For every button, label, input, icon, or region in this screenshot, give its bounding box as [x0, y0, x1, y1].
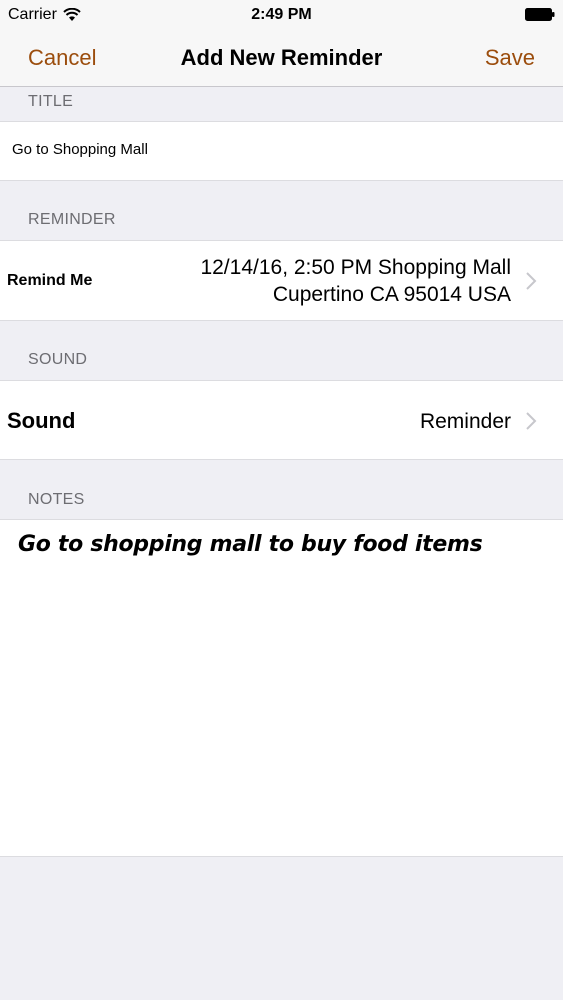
page-title: Add New Reminder: [180, 45, 383, 70]
status-time: 2:49 PM: [251, 6, 312, 23]
sound-section-header: SOUND: [28, 351, 88, 368]
notes-section-header: NOTES: [28, 491, 85, 508]
title-input[interactable]: [10, 140, 514, 159]
sound-cell[interactable]: Sound Reminder: [0, 380, 563, 460]
title-section-header: TITLE: [28, 93, 74, 110]
title-cell[interactable]: [0, 121, 563, 181]
battery-icon: [525, 8, 555, 21]
sound-value: Reminder: [419, 410, 511, 433]
remind-me-label: Remind Me: [7, 272, 93, 289]
remind-me-value-line2: Cupertino CA 95014 USA: [272, 283, 511, 306]
remind-me-value-line1: 12/14/16, 2:50 PM Shopping Mall: [200, 256, 511, 279]
chevron-right-icon: [526, 412, 537, 430]
status-bar: Carrier 2:49 PM: [0, 0, 563, 30]
save-button[interactable]: Save: [485, 45, 535, 71]
notes-text: Go to shopping mall to buy food items: [18, 532, 483, 557]
chevron-right-icon: [526, 272, 537, 290]
notes-textarea[interactable]: Go to shopping mall to buy food items: [0, 519, 563, 857]
reminder-section-header: REMINDER: [28, 211, 116, 228]
remind-me-value: 12/14/16, 2:50 PM Shopping Mall Cupertin…: [200, 254, 511, 308]
navigation-bar: Cancel Add New Reminder Save: [0, 30, 563, 87]
remind-me-cell[interactable]: Remind Me 12/14/16, 2:50 PM Shopping Mal…: [0, 240, 563, 321]
sound-label: Sound: [7, 408, 76, 433]
